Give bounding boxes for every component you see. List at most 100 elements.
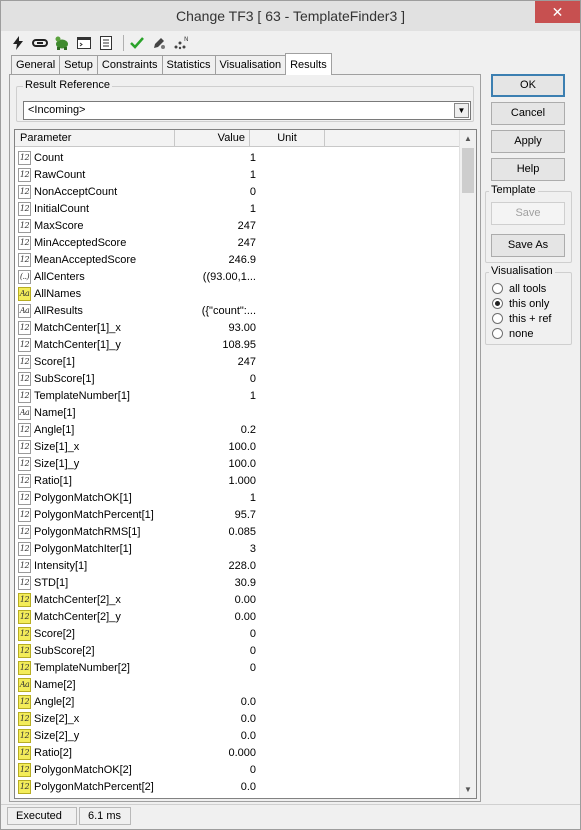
tab-setup[interactable]: Setup [59, 55, 98, 75]
table-row[interactable]: 12 STD[1] 30.9 [15, 574, 460, 591]
tab-constraints[interactable]: Constraints [96, 55, 163, 75]
save-as-button[interactable]: Save As [491, 234, 565, 257]
table-row[interactable]: 12 MaxScore 247 [15, 217, 460, 234]
lightning-icon[interactable] [9, 34, 27, 52]
cancel-button[interactable]: Cancel [491, 102, 565, 125]
table-row[interactable]: 12 PolygonMatchIter[1] 3 [15, 540, 460, 557]
title-bar[interactable]: Change TF3 [ 63 - TemplateFinder3 ] ✕ [1, 1, 580, 31]
table-row[interactable]: 12 Size[2]_x 0.0 [15, 710, 460, 727]
table-row[interactable]: 12 InitialCount 1 [15, 200, 460, 217]
table-row[interactable]: 12 Angle[2] 0.0 [15, 693, 460, 710]
apply-button[interactable]: Apply [491, 130, 565, 153]
table-row[interactable]: 12 Size[1]_x 100.0 [15, 438, 460, 455]
table-row[interactable]: 12 Angle[1] 0.2 [15, 421, 460, 438]
parameter-value: 100.0 [228, 457, 256, 470]
table-row[interactable]: 12 Score[2] 0 [15, 625, 460, 642]
table-row[interactable]: 12 Count 1 [15, 149, 460, 166]
parameter-value: 0.000 [228, 746, 256, 759]
radio-all-tools[interactable]: all tools [492, 281, 546, 296]
table-row[interactable]: 12 MatchCenter[1]_x 93.00 [15, 319, 460, 336]
ok-button[interactable]: OK [491, 74, 565, 97]
parameter-value: 0 [249, 372, 256, 385]
table-row[interactable]: 12 Size[2]_y 0.0 [15, 727, 460, 744]
table-row[interactable]: 12 MeanAcceptedScore 246.9 [15, 251, 460, 268]
table-row[interactable]: 12 Size[1]_y 100.0 [15, 455, 460, 472]
table-row[interactable]: 12 RawCount 1 [15, 166, 460, 183]
magic-icon[interactable]: N [172, 34, 190, 52]
parameter-value: 1 [249, 491, 256, 504]
parameter-value: 3 [249, 542, 256, 555]
table-row[interactable]: 12 MatchCenter[1]_y 108.95 [15, 336, 460, 353]
link-icon[interactable] [31, 34, 49, 52]
tab-statistics[interactable]: Statistics [161, 55, 216, 75]
column-header-parameter[interactable]: Parameter [15, 130, 175, 147]
edit-icon[interactable] [150, 34, 168, 52]
console-icon[interactable] [75, 34, 93, 52]
number-type-icon: 12 [18, 184, 31, 199]
radio-this-only[interactable]: this only [492, 296, 549, 311]
tab-strip: General Setup Constraints Statistics Vis… [11, 53, 332, 75]
notes-icon[interactable] [97, 34, 115, 52]
table-row[interactable]: 12 MatchCenter[2]_y 0.00 [15, 608, 460, 625]
tab-results[interactable]: Results [285, 53, 332, 75]
scrollbar-thumb[interactable] [462, 148, 474, 193]
template-group: Template Save Save As [485, 184, 572, 263]
parameter-name: MaxScore [34, 219, 84, 232]
help-button[interactable]: Help [491, 158, 565, 181]
radio-button-icon[interactable] [492, 283, 503, 294]
table-row[interactable]: Aa AllResults ({"count":... [15, 302, 460, 319]
table-row[interactable]: 12 TemplateNumber[2] 0 [15, 659, 460, 676]
parameter-name: AllCenters [34, 270, 85, 283]
parameter-value: 100.0 [228, 440, 256, 453]
table-row[interactable]: 12 Intensity[1] 228.0 [15, 557, 460, 574]
close-button[interactable]: ✕ [535, 1, 580, 23]
column-header-value[interactable]: Value [175, 130, 250, 147]
result-reference-select[interactable]: <Incoming> ▼ [23, 101, 471, 120]
table-row[interactable]: Aa Name[1] [15, 404, 460, 421]
table-row[interactable]: 12 PolygonMatchOK[2] 0 [15, 761, 460, 778]
table-row[interactable]: Aa AllNames [15, 285, 460, 302]
scroll-down-icon[interactable]: ▼ [460, 781, 476, 798]
table-row[interactable]: 12 Ratio[2] 0.000 [15, 744, 460, 761]
parameter-value: 1 [249, 168, 256, 181]
table-row[interactable]: 12 MatchCenter[2]_x 0.00 [15, 591, 460, 608]
column-header-unit[interactable]: Unit [250, 130, 325, 147]
table-row[interactable]: 12 PolygonMatchRMS[1] 0.085 [15, 523, 460, 540]
tab-general[interactable]: General [11, 55, 61, 75]
save-button[interactable]: Save [491, 202, 565, 225]
parameter-name: TemplateNumber[2] [34, 661, 130, 674]
table-row[interactable]: 12 TemplateNumber[1] 1 [15, 387, 460, 404]
parameter-name: PolygonMatchIter[1] [34, 542, 132, 555]
radio-button-icon[interactable] [492, 313, 503, 324]
tab-visualisation[interactable]: Visualisation [214, 55, 287, 75]
table-row[interactable]: 12 Score[1] 247 [15, 353, 460, 370]
chevron-down-icon[interactable]: ▼ [454, 103, 469, 118]
vertical-scrollbar[interactable]: ▲ ▼ [459, 130, 476, 798]
parameter-name: Ratio[2] [34, 746, 72, 759]
table-row[interactable]: 12 PolygonMatchPercent[2] 0.0 [15, 778, 460, 795]
radio-this-plus-ref[interactable]: this + ref [492, 311, 552, 326]
table-row[interactable]: 12 SubScore[1] 0 [15, 370, 460, 387]
parameter-name: PolygonMatchOK[1] [34, 491, 132, 504]
parameter-name: NonAcceptCount [34, 185, 118, 198]
table-row[interactable]: 12 PolygonMatchOK[1] 1 [15, 489, 460, 506]
string-type-icon: Aa [18, 677, 31, 692]
table-row[interactable]: (..) AllCenters ((93.00,1... [15, 268, 460, 285]
turtle-icon[interactable] [53, 34, 71, 52]
number-type-icon: 12 [18, 235, 31, 250]
table-row[interactable]: 12 MinAcceptedScore 247 [15, 234, 460, 251]
radio-button-icon[interactable] [492, 328, 503, 339]
radio-all-tools-label: all tools [509, 282, 547, 295]
table-row[interactable]: 12 SubScore[2] 0 [15, 642, 460, 659]
table-row[interactable]: 12 PolygonMatchPercent[1] 95.7 [15, 506, 460, 523]
parameter-name: AllNames [34, 287, 82, 300]
table-row[interactable]: 12 NonAcceptCount 0 [15, 183, 460, 200]
parameter-name: Name[1] [34, 406, 76, 419]
radio-none[interactable]: none [492, 326, 533, 341]
parameter-name: MatchCenter[1]_y [34, 338, 121, 351]
radio-button-checked-icon[interactable] [492, 298, 503, 309]
table-row[interactable]: Aa Name[2] [15, 676, 460, 693]
scroll-up-icon[interactable]: ▲ [460, 130, 476, 147]
table-row[interactable]: 12 Ratio[1] 1.000 [15, 472, 460, 489]
checkmark-icon[interactable] [128, 34, 146, 52]
